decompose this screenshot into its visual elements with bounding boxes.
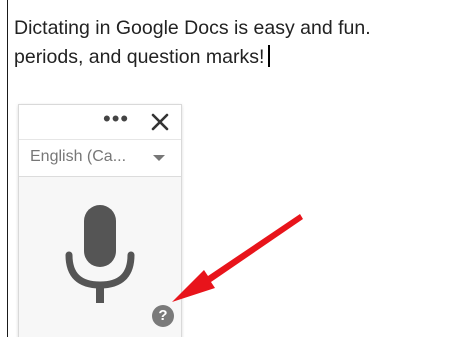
document-line-2: periods, and question marks! [14, 43, 449, 72]
text-cursor [268, 45, 271, 67]
voice-typing-header: ••• [19, 105, 181, 140]
more-options-icon[interactable]: ••• [103, 108, 133, 130]
document-line-1: Dictating in Google Docs is easy and fun… [14, 17, 371, 39]
document-body[interactable]: Dictating in Google Docs is easy and fun… [14, 14, 449, 72]
microphone-icon [63, 205, 137, 315]
page-left-border [7, 0, 8, 337]
chevron-down-icon [153, 155, 165, 161]
language-label: English (Ca... [30, 148, 127, 165]
close-icon[interactable] [149, 111, 171, 133]
help-icon[interactable]: ? [152, 305, 174, 327]
document-line-2-text: periods, and question marks! [14, 46, 265, 68]
document-page: Dictating in Google Docs is easy and fun… [0, 0, 449, 337]
microphone-button[interactable]: ? [19, 176, 181, 337]
voice-typing-widget: ••• English (Ca... ? [18, 104, 182, 337]
language-select[interactable]: English (Ca... [19, 140, 181, 176]
